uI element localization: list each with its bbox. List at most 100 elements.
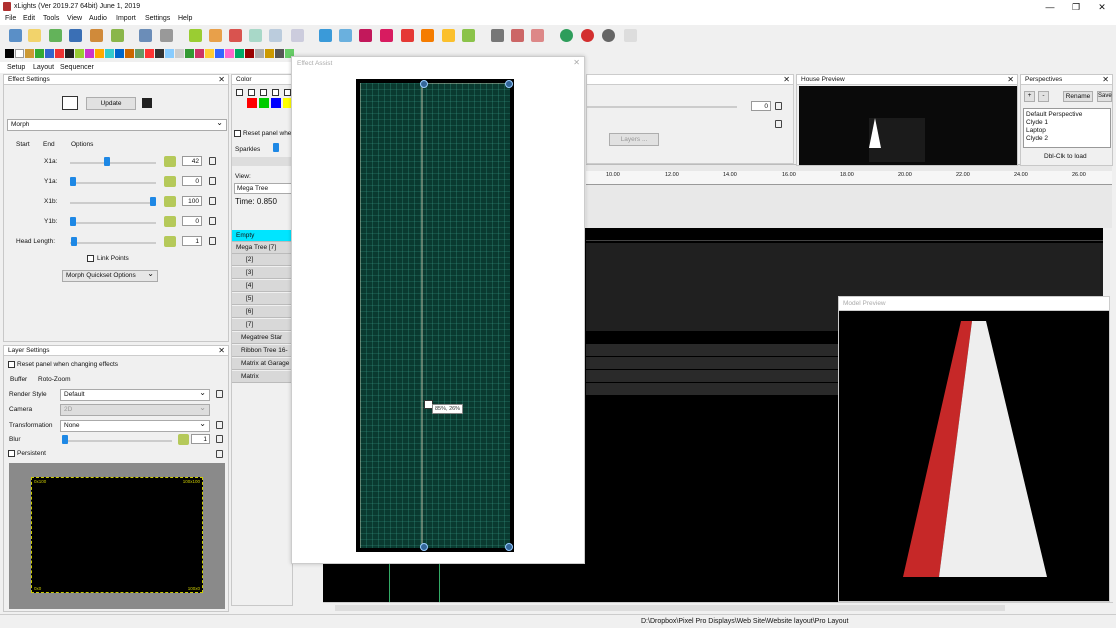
color-checkbox-2[interactable] (248, 89, 255, 96)
persistent-checkbox[interactable] (8, 450, 15, 457)
x1b-slider[interactable] (70, 202, 156, 204)
layers-button[interactable]: Layers ... (609, 133, 659, 146)
save-icon[interactable] (69, 29, 82, 42)
close-icon[interactable]: ✕ (218, 75, 225, 84)
handle-x1b-icon[interactable] (505, 80, 513, 88)
close-icon[interactable]: ✕ (218, 346, 225, 355)
head-length-slider[interactable] (70, 242, 156, 244)
lock-icon[interactable] (209, 197, 216, 205)
blur-input[interactable]: 1 (191, 434, 210, 444)
close-icon[interactable]: ✕ (1092, 1, 1112, 13)
camera-select[interactable]: 2D (60, 403, 210, 416)
effect-lines-icon[interactable] (175, 49, 184, 58)
render-style-select[interactable]: Default (60, 388, 210, 401)
color-scrollbar[interactable] (232, 157, 292, 166)
color-swatch-blue[interactable] (271, 98, 281, 108)
effect-color-wash-icon[interactable] (55, 49, 64, 58)
lock-icon[interactable] (216, 390, 223, 398)
timeline-slider[interactable] (587, 106, 737, 108)
grid-row-matrix[interactable] (586, 383, 838, 395)
tree-row-strand-3[interactable]: [3] (232, 267, 292, 279)
handle-x2b-icon[interactable] (505, 543, 513, 551)
effect-on-icon[interactable] (15, 49, 24, 58)
menu-tools[interactable]: Tools (43, 15, 59, 22)
render-icon[interactable] (111, 29, 124, 42)
menu-view[interactable]: View (67, 15, 82, 22)
x1a-input[interactable]: 42 (182, 156, 202, 166)
lock-icon[interactable] (209, 217, 216, 225)
loop-icon[interactable] (291, 29, 304, 42)
effect-kaleidoscope-icon[interactable] (145, 49, 154, 58)
replay-icon[interactable] (269, 29, 282, 42)
scrollbar-thumb[interactable] (335, 605, 1005, 611)
minimize-icon[interactable]: — (1040, 1, 1060, 13)
y1b-slider-thumb[interactable] (70, 217, 76, 226)
effect-fire-icon[interactable] (95, 49, 104, 58)
house-preview-canvas[interactable] (799, 86, 1017, 165)
triangle-icon[interactable] (401, 29, 414, 42)
tree-row-matrix[interactable]: Matrix (232, 371, 292, 383)
restore-icon[interactable]: ❐ (1066, 1, 1086, 13)
tab-sequencer[interactable]: Sequencer (60, 64, 94, 71)
tab-end[interactable]: End (43, 141, 55, 148)
effect-moving-head-icon[interactable] (225, 49, 234, 58)
color-swatch-red[interactable] (247, 98, 257, 108)
new-sequence-icon[interactable] (9, 29, 22, 42)
tab-layout[interactable]: Layout (33, 64, 54, 71)
help-icon[interactable] (560, 29, 573, 42)
grid-row-megatree-star[interactable] (586, 344, 838, 356)
effect-fan-icon[interactable] (85, 49, 94, 58)
value-curve-icon[interactable] (178, 434, 189, 445)
menu-audio[interactable]: Audio (89, 15, 107, 22)
value-curve-icon[interactable] (164, 236, 176, 247)
effect-lightning-icon[interactable] (165, 49, 174, 58)
tab-setup[interactable]: Setup (7, 64, 25, 71)
value-curve-icon[interactable] (164, 196, 176, 207)
lightbulb-icon[interactable] (602, 29, 615, 42)
value-curve-icon[interactable] (164, 216, 176, 227)
menu-help[interactable]: Help (178, 15, 192, 22)
handle-x2a-icon[interactable] (420, 543, 428, 551)
blur-slider[interactable] (62, 440, 172, 442)
quickset-options-select[interactable]: Morph Quickset Options (62, 269, 158, 282)
color-swatch-green[interactable] (259, 98, 269, 108)
tree-row-megatree-star[interactable]: Megatree Star (232, 332, 292, 344)
remove-perspective-button[interactable]: - (1038, 91, 1049, 102)
y1a-slider-thumb[interactable] (70, 177, 76, 186)
model-icon[interactable] (442, 29, 455, 42)
tree-row-empty[interactable]: Empty (232, 230, 292, 242)
grid-row-ribbon-tree[interactable] (586, 357, 838, 369)
value-curve-icon[interactable] (164, 176, 176, 187)
effect-garlands-icon[interactable] (125, 49, 134, 58)
effect-meteors-icon[interactable] (205, 49, 214, 58)
effect-liquid-icon[interactable] (185, 49, 194, 58)
close-icon[interactable]: ✕ (1102, 75, 1109, 84)
play-icon[interactable] (189, 29, 202, 42)
tree-row-matrix-garage[interactable]: Matrix at Garage (232, 358, 292, 370)
grid-horizontal-scrollbar[interactable] (323, 602, 1113, 612)
open-folder-icon[interactable] (49, 29, 62, 42)
effect-pictures-icon[interactable] (255, 49, 264, 58)
rename-button[interactable]: Rename (1063, 91, 1093, 102)
perspective-item[interactable]: Default Perspective (1026, 111, 1108, 119)
close-icon[interactable]: ✕ (783, 75, 790, 84)
layers-icon[interactable] (380, 29, 393, 42)
effect-pinwheel-icon[interactable] (265, 49, 274, 58)
head-length-input[interactable]: 1 (182, 236, 202, 246)
rewind-icon[interactable] (249, 29, 262, 42)
save-button[interactable]: Save (1097, 91, 1112, 102)
transformation-select[interactable]: None (60, 419, 210, 432)
settings-gear-icon[interactable] (462, 29, 475, 42)
effect-circles-icon[interactable] (45, 49, 54, 58)
zoom-in-icon[interactable] (491, 29, 504, 42)
view-select[interactable]: Mega Tree (234, 183, 292, 194)
effect-curtain-icon[interactable] (65, 49, 74, 58)
save-as-icon[interactable] (90, 29, 103, 42)
lock-icon[interactable] (209, 157, 216, 165)
x1a-slider[interactable] (70, 162, 156, 164)
link-points-checkbox[interactable] (87, 255, 94, 262)
effect-galaxy-icon[interactable] (115, 49, 124, 58)
tab-start[interactable]: Start (16, 141, 30, 148)
effect-music-icon[interactable] (235, 49, 244, 58)
lock-icon[interactable] (209, 177, 216, 185)
